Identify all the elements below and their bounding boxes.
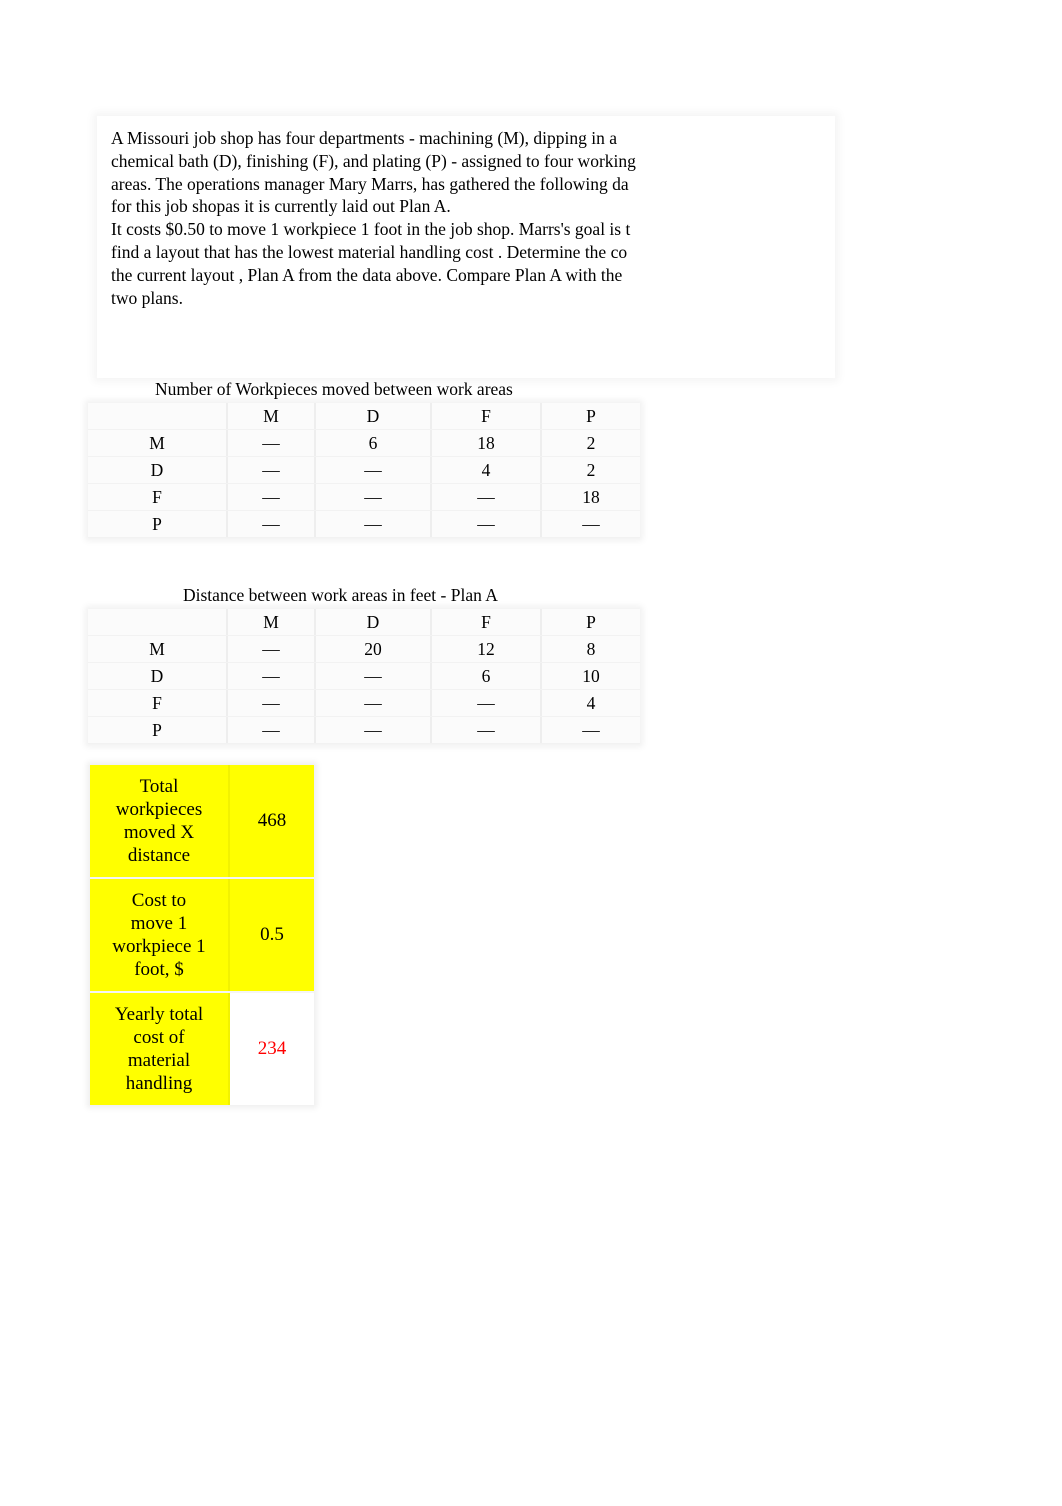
summary-label[interactable]: Cost to move 1 workpiece 1 foot, $ [90,879,230,991]
header-cell[interactable]: M [228,609,316,635]
header-cell[interactable]: D [316,609,432,635]
table-cell[interactable]: — [432,511,542,537]
distance-table: M D F P M — 20 12 8 D — — 6 10 F — — — 4… [88,609,640,744]
table-cell[interactable]: 6 [432,663,542,689]
table-cell[interactable]: 20 [316,636,432,662]
table-cell[interactable]: — [542,717,640,743]
table-row: D — — 4 2 [88,457,640,484]
table-cell[interactable]: 10 [542,663,640,689]
cost-summary-table: Total workpieces moved X distance 468 Co… [90,765,314,1105]
header-cell[interactable] [88,609,228,635]
header-cell[interactable]: D [316,403,432,429]
problem-line: two plans. [111,287,183,308]
table-cell[interactable]: — [316,663,432,689]
table-row: M — 20 12 8 [88,636,640,663]
summary-label[interactable]: Total workpieces moved X distance [90,765,230,877]
header-cell[interactable] [88,403,228,429]
problem-line: find a layout that has the lowest materi… [111,241,628,262]
distance-table-title: Distance between work areas in feet - Pl… [183,585,498,605]
unit-cost-value[interactable]: 0.5 [230,879,314,991]
table-cell[interactable]: — [228,636,316,662]
table-row: P — — — — [88,511,640,538]
table-cell[interactable]: 6 [316,430,432,456]
table-header-row: M D F P [88,403,640,430]
table-row: F — — — 4 [88,690,640,717]
table-cell[interactable]: 2 [542,430,640,456]
problem-line: A Missouri job shop has four departments… [111,128,617,148]
row-label-cell[interactable]: P [88,511,228,537]
table-cell[interactable]: 18 [432,430,542,456]
table-cell[interactable]: 4 [542,690,640,716]
header-cell[interactable]: F [432,609,542,635]
problem-line: the current layout , Plan A from the dat… [111,264,623,285]
table-cell[interactable]: 2 [542,457,640,483]
header-cell[interactable]: M [228,403,316,429]
table-cell[interactable]: — [316,717,432,743]
row-label-cell[interactable]: F [88,690,228,716]
total-workpieces-distance-value[interactable]: 468 [230,765,314,877]
table-cell[interactable]: 4 [432,457,542,483]
table-cell[interactable]: — [432,717,542,743]
table-cell[interactable]: — [228,663,316,689]
workpieces-table: M D F P M — 6 18 2 D — — 4 2 F — — — 18 … [88,403,640,538]
header-cell[interactable]: P [542,609,640,635]
yearly-total-cost-value[interactable]: 234 [230,993,314,1105]
table-row: F — — — 18 [88,484,640,511]
table-row: P — — — — [88,717,640,744]
table-row: M — 6 18 2 [88,430,640,457]
row-label-cell[interactable]: F [88,484,228,510]
problem-line: for this job shopas it is currently laid… [111,196,451,217]
table-cell[interactable]: — [316,484,432,510]
problem-text-box[interactable]: A Missouri job shop has four departments… [97,116,835,378]
table-cell[interactable]: — [228,484,316,510]
workpieces-table-title: Number of Workpieces moved between work … [155,379,513,399]
problem-line: It costs $0.50 to move 1 workpiece 1 foo… [111,219,631,240]
table-cell[interactable]: — [228,430,316,456]
header-cell[interactable]: P [542,403,640,429]
row-label-cell[interactable]: D [88,663,228,689]
table-cell[interactable]: — [316,511,432,537]
table-cell[interactable]: 8 [542,636,640,662]
summary-row-unit-cost: Cost to move 1 workpiece 1 foot, $ 0.5 [90,877,314,991]
table-cell[interactable]: — [228,457,316,483]
summary-row-yearly-cost: Yearly total cost of material handling 2… [90,991,314,1105]
table-cell[interactable]: — [228,717,316,743]
row-label-cell[interactable]: M [88,636,228,662]
row-label-cell[interactable]: P [88,717,228,743]
row-label-cell[interactable]: D [88,457,228,483]
problem-line: areas. The operations manager Mary Marrs… [111,173,629,194]
summary-row-total-distance: Total workpieces moved X distance 468 [90,765,314,877]
problem-statement: A Missouri job shop has four departments… [111,127,711,309]
problem-line: chemical bath (D), finishing (F), and pl… [111,150,636,171]
summary-label[interactable]: Yearly total cost of material handling [90,993,230,1105]
table-cell[interactable]: — [432,690,542,716]
table-cell[interactable]: 18 [542,484,640,510]
table-row: D — — 6 10 [88,663,640,690]
table-cell[interactable]: — [316,690,432,716]
row-label-cell[interactable]: M [88,430,228,456]
table-cell[interactable]: — [228,690,316,716]
table-cell[interactable]: — [432,484,542,510]
header-cell[interactable]: F [432,403,542,429]
table-cell[interactable]: 12 [432,636,542,662]
table-cell[interactable]: — [542,511,640,537]
table-cell[interactable]: — [316,457,432,483]
table-cell[interactable]: — [228,511,316,537]
table-header-row: M D F P [88,609,640,636]
